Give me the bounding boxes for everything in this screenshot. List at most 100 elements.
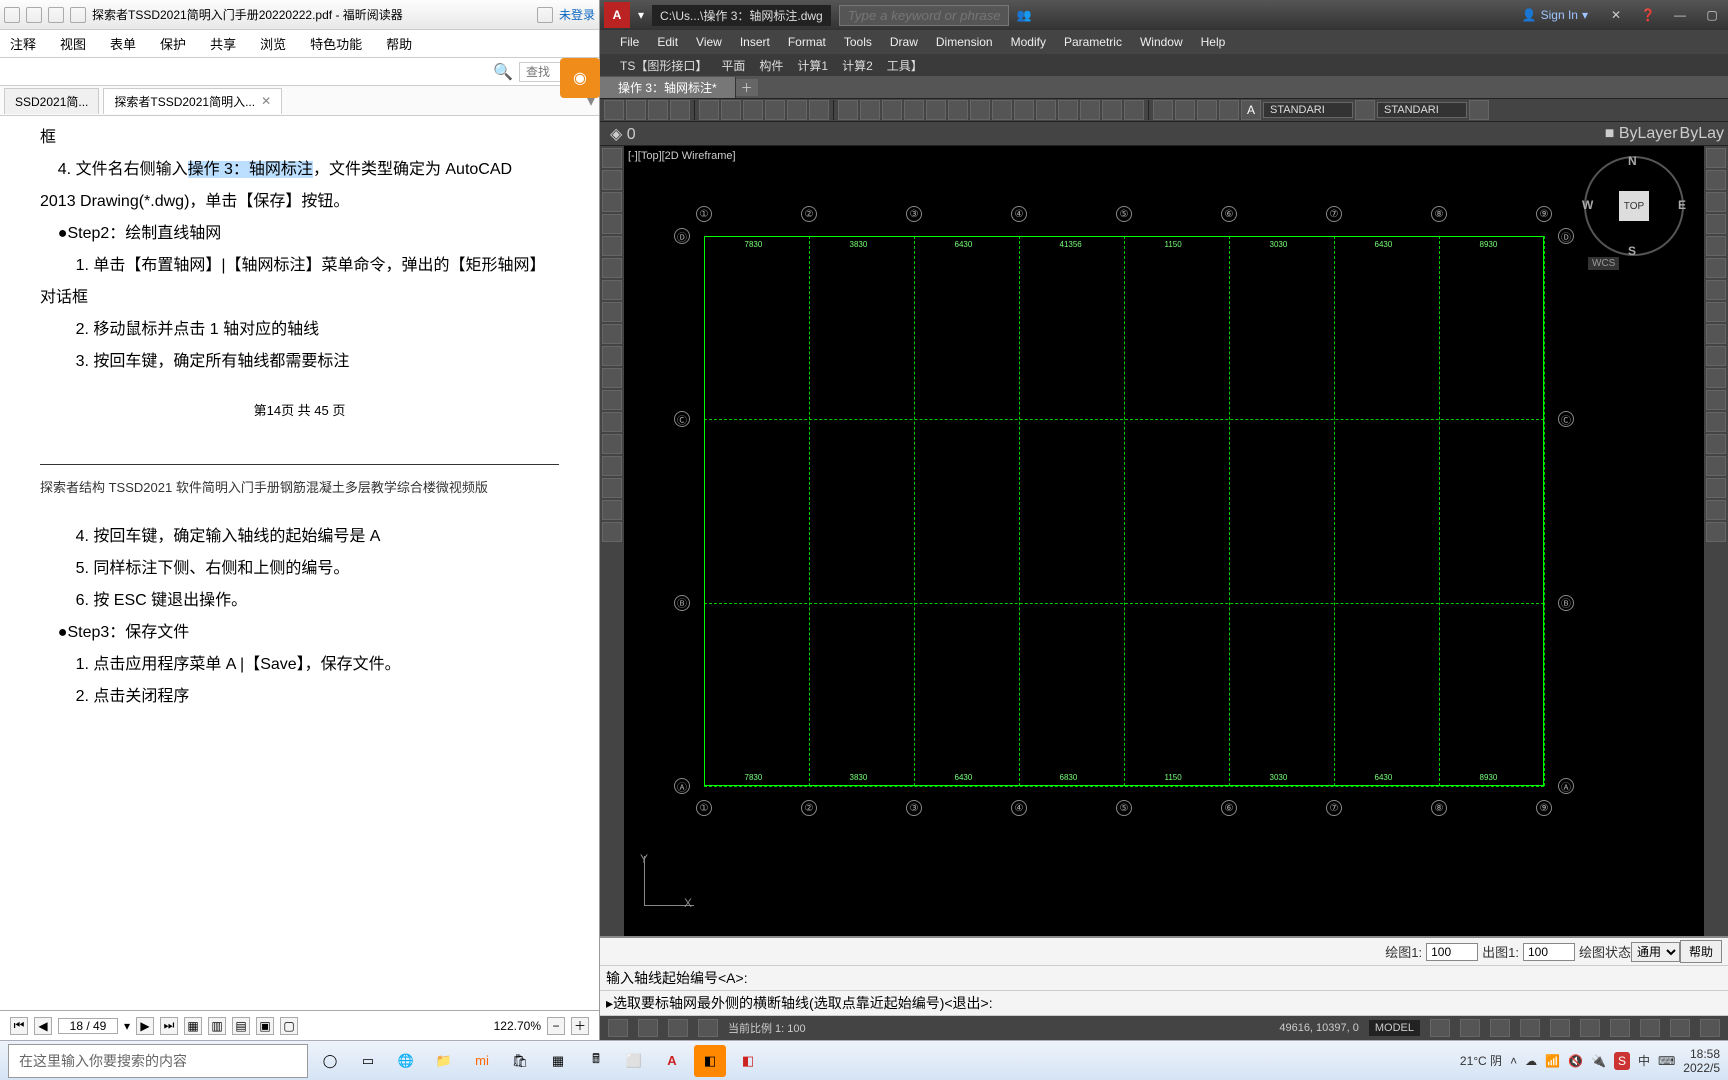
pdf-tab-2[interactable]: 探索者TSSD2021简明入...✕: [103, 88, 282, 114]
pdf-document-view[interactable]: 框 4. 文件名右侧输入操作 3：轴网标注，文件类型确定为 AutoCAD 20…: [0, 116, 599, 1010]
tool-icon[interactable]: [602, 522, 622, 542]
ime-icon[interactable]: ⌨: [1658, 1054, 1675, 1068]
new-tab-icon[interactable]: ＋: [736, 79, 758, 96]
tool-icon[interactable]: [1706, 324, 1726, 344]
clock[interactable]: 18:58 2022/5: [1683, 1047, 1720, 1075]
layout-icon[interactable]: ▦: [184, 1017, 202, 1035]
tool-icon[interactable]: [602, 478, 622, 498]
weather-widget[interactable]: 21°C 阴: [1460, 1052, 1502, 1069]
login-status[interactable]: 未登录: [559, 6, 595, 23]
tool-icon[interactable]: [904, 100, 924, 120]
menu-member[interactable]: 构件: [759, 57, 783, 74]
help-button[interactable]: 帮助: [1680, 940, 1722, 963]
tool-icon[interactable]: [1080, 100, 1100, 120]
tool-icon[interactable]: [1706, 368, 1726, 388]
calculator-icon[interactable]: 🖩: [580, 1045, 612, 1077]
status-icon[interactable]: [1700, 1019, 1720, 1037]
app-icon[interactable]: ◧: [694, 1045, 726, 1077]
tray-chevron-icon[interactable]: ˄: [1510, 1054, 1517, 1068]
viewport-label[interactable]: [-][Top][2D Wireframe]: [628, 150, 736, 162]
zoom-out-icon[interactable]: −: [547, 1017, 565, 1035]
tool-icon[interactable]: [1706, 214, 1726, 234]
signin-button[interactable]: 👤 Sign In ▾: [1514, 8, 1596, 22]
foxit-logo-icon[interactable]: ◉: [560, 58, 600, 98]
first-page-icon[interactable]: ⏮: [10, 1017, 28, 1035]
tool-icon[interactable]: [1706, 434, 1726, 454]
ime-indicator[interactable]: S: [1614, 1052, 1630, 1070]
onedrive-icon[interactable]: ☁: [1525, 1054, 1537, 1068]
explorer-icon[interactable]: 📁: [428, 1045, 460, 1077]
status-icon[interactable]: [1550, 1019, 1570, 1037]
plot-scale-input[interactable]: [1523, 943, 1575, 961]
tool-icon[interactable]: [1706, 500, 1726, 520]
menu-edit[interactable]: Edit: [657, 35, 678, 49]
tool-icon[interactable]: [1706, 192, 1726, 212]
tool-icon[interactable]: [765, 100, 785, 120]
app-icon[interactable]: ◧: [732, 1045, 764, 1077]
menu-modify[interactable]: Modify: [1011, 35, 1046, 49]
maximize-icon[interactable]: ▢: [1700, 3, 1724, 27]
menu-browse[interactable]: 浏览: [260, 34, 286, 53]
tool-icon[interactable]: [926, 100, 946, 120]
status-icon[interactable]: [668, 1019, 688, 1037]
tool-icon[interactable]: [721, 100, 741, 120]
menu-insert[interactable]: Insert: [740, 35, 770, 49]
status-icon[interactable]: [1670, 1019, 1690, 1037]
tool-icon[interactable]: [1469, 100, 1489, 120]
taskview-icon[interactable]: ▭: [352, 1045, 384, 1077]
tool-icon[interactable]: [626, 100, 646, 120]
menu-calc1[interactable]: 计算1: [797, 57, 828, 74]
status-icon[interactable]: [1580, 1019, 1600, 1037]
text-icon[interactable]: A: [1241, 100, 1261, 120]
status-icon[interactable]: [638, 1019, 658, 1037]
tool-icon[interactable]: [1102, 100, 1122, 120]
menu-help[interactable]: 帮助: [386, 34, 412, 53]
tool-icon[interactable]: [602, 258, 622, 278]
menu-comment[interactable]: 注释: [10, 34, 36, 53]
tool-icon[interactable]: [1175, 100, 1195, 120]
status-icon[interactable]: [1610, 1019, 1630, 1037]
tool-icon[interactable]: [882, 100, 902, 120]
tool-icon[interactable]: [992, 100, 1012, 120]
status-icon[interactable]: [1430, 1019, 1450, 1037]
tool-icon[interactable]: [1706, 412, 1726, 432]
tool-icon[interactable]: [602, 390, 622, 410]
tool-icon[interactable]: [787, 100, 807, 120]
tool-icon[interactable]: [670, 100, 690, 120]
menu-help[interactable]: Help: [1201, 35, 1226, 49]
tool-icon[interactable]: [1058, 100, 1078, 120]
battery-icon[interactable]: 🔌: [1591, 1054, 1606, 1068]
color-select[interactable]: ■ ByLayer: [1605, 125, 1678, 143]
close-icon[interactable]: ✕: [261, 94, 271, 108]
status-icon[interactable]: [1490, 1019, 1510, 1037]
layout-icon[interactable]: ▣: [256, 1017, 274, 1035]
cloud-icon[interactable]: [537, 7, 553, 23]
menu-ts[interactable]: TS【图形接口】: [620, 57, 707, 74]
layout-icon[interactable]: ▤: [232, 1017, 250, 1035]
tool-icon[interactable]: [1706, 522, 1726, 542]
tool-icon[interactable]: [1014, 100, 1034, 120]
print-icon[interactable]: [70, 7, 86, 23]
undo-icon[interactable]: [26, 7, 42, 23]
tool-icon[interactable]: [970, 100, 990, 120]
layout-icon[interactable]: ▢: [280, 1017, 298, 1035]
layout-icon[interactable]: ▥: [208, 1017, 226, 1035]
taskbar-search-input[interactable]: 在这里输入你要搜索的内容: [8, 1044, 308, 1078]
tool-icon[interactable]: [1706, 456, 1726, 476]
tool-icon[interactable]: [604, 100, 624, 120]
tool-icon[interactable]: [602, 236, 622, 256]
tool-icon[interactable]: [602, 192, 622, 212]
app-icon[interactable]: ⬜: [618, 1045, 650, 1077]
status-icon[interactable]: [698, 1019, 718, 1037]
tool-icon[interactable]: [602, 368, 622, 388]
menu-draw[interactable]: Draw: [890, 35, 918, 49]
tool-icon[interactable]: [1036, 100, 1056, 120]
search-icon[interactable]: 🔍: [493, 62, 513, 82]
app-icon[interactable]: ▦: [542, 1045, 574, 1077]
menu-feature[interactable]: 特色功能: [310, 34, 362, 53]
textstyle-select[interactable]: STANDARI: [1263, 102, 1353, 118]
wifi-icon[interactable]: 📶: [1545, 1054, 1560, 1068]
file-tab[interactable]: 操作 3：轴网标注*: [600, 77, 736, 98]
dimstyle-select[interactable]: STANDARI: [1377, 102, 1467, 118]
tool-icon[interactable]: [648, 100, 668, 120]
